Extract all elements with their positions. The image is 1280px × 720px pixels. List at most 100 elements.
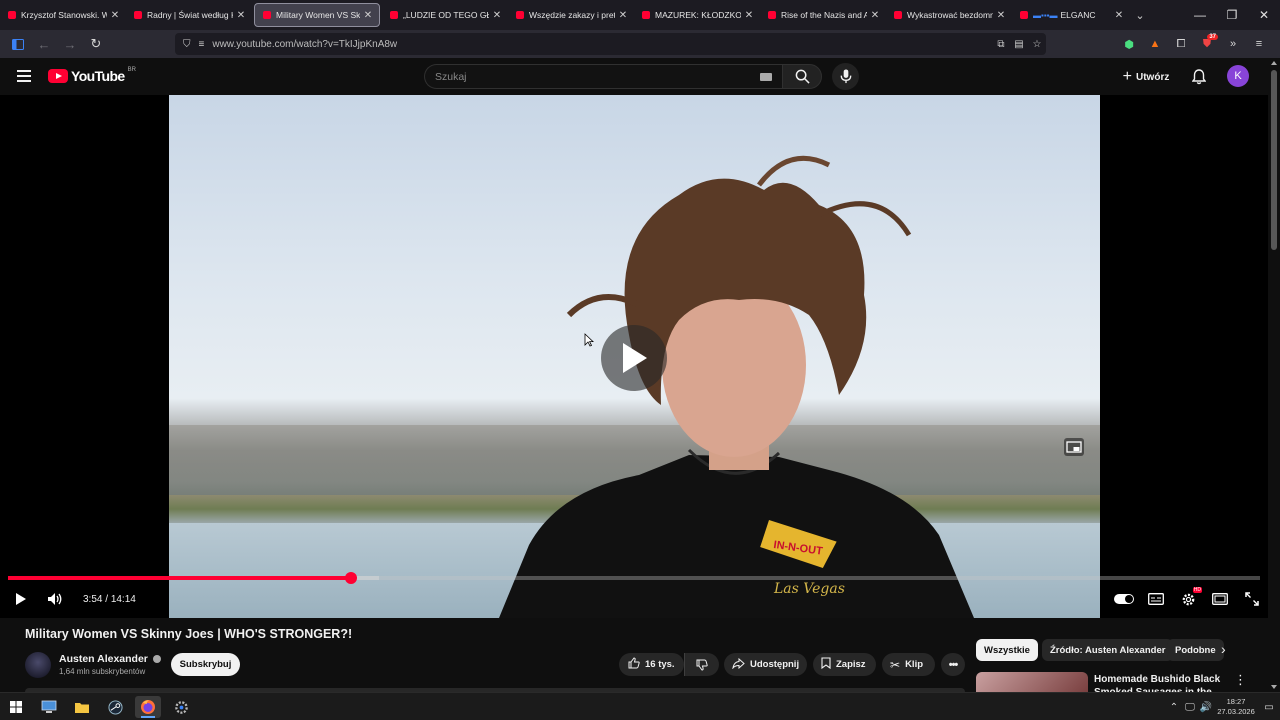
mute-button[interactable] [41,585,69,613]
browser-tab[interactable]: Rise of the Nazis and Ad ✕ [760,0,886,30]
taskbar-app[interactable] [168,696,194,718]
notifications-tray-icon[interactable]: ▭ [1258,702,1280,713]
close-tab-icon[interactable]: ✕ [363,10,373,21]
subscribe-button[interactable]: Subskrybuj [171,653,240,676]
volume-tray-icon[interactable]: 🔊 [1198,702,1214,713]
account-avatar[interactable]: K [1227,65,1249,87]
tray-chevron-icon[interactable]: ⌃ [1166,702,1182,713]
miniplayer-button[interactable] [1064,438,1084,456]
scroll-up-arrow-icon[interactable] [1271,61,1277,65]
system-clock[interactable]: 18:27 27.03.2026 [1214,697,1258,717]
verified-check-icon [152,655,161,663]
start-button[interactable] [3,696,29,718]
like-button[interactable]: 16 tys. [619,653,684,676]
chip-next-chevron-icon[interactable]: › [1221,641,1226,657]
taskbar-firefox[interactable] [135,696,161,718]
picture-in-picture-icon[interactable]: ⧉ [992,39,1010,50]
vpn-extension-icon[interactable]: ⬢ [1116,38,1142,51]
browser-tab[interactable]: „LUDZIE OD TEGO GŁUPI✕ [382,0,508,30]
close-tab-icon[interactable]: ✕ [996,10,1006,21]
scrubber-handle[interactable] [345,572,358,584]
menu-icon[interactable]: ≡ [1246,38,1272,50]
ublock-icon[interactable]: ⛊ 37 [1194,33,1220,51]
save-label: Zapisz [836,659,866,670]
network-icon[interactable]: 🖵 [1182,702,1198,713]
subtitles-button[interactable] [1140,585,1172,613]
progress-bar[interactable] [8,572,1260,584]
channel-avatar[interactable] [25,652,51,678]
back-arrow-icon[interactable]: ← [32,32,56,56]
play-icon [16,593,26,605]
reader-view-icon[interactable]: ▤ [1010,39,1028,50]
minimize-icon[interactable]: — [1184,0,1216,30]
browser-tab[interactable]: Wykastrować bezdomno ✕ [886,0,1012,30]
chip-from-channel[interactable]: Źródło: Austen Alexander [1042,639,1174,661]
permissions-icon[interactable]: ≡ [199,39,205,50]
fox-extension-icon[interactable]: ▲ [1142,38,1168,50]
taskbar-file-explorer[interactable] [69,696,95,718]
overflow-chevron-icon[interactable]: » [1220,38,1246,50]
close-tab-icon[interactable]: ✕ [110,10,120,21]
close-tab-icon[interactable]: ✕ [492,10,502,21]
browser-tab-strip: Krzysztof Stanowski. W ją✕ Radny | Świat… [0,0,1280,30]
close-tab-icon[interactable]: ✕ [870,10,880,21]
address-bar[interactable]: ⛉ ≡ www.youtube.com/watch?v=TkIJjpKnA8w … [175,33,1046,55]
bookmark-star-icon[interactable]: ☆ [1028,39,1046,50]
browser-toolbar: ← → ↻ ⛉ ≡ www.youtube.com/watch?v=TkIJjp… [0,30,1280,58]
scrollbar-thumb[interactable] [1271,70,1277,250]
search-input[interactable]: Szukaj [424,64,782,89]
clip-button[interactable]: ✂ Klip [882,653,935,676]
close-tab-icon[interactable]: ✕ [744,10,754,21]
tab-title: Krzysztof Stanowski. W ją [21,10,107,20]
recommended-title[interactable]: Homemade Bushido Black Smoked Sausages i… [1094,673,1224,692]
keyboard-icon[interactable] [760,72,772,81]
notifications-button[interactable] [1188,66,1210,88]
browser-tab[interactable]: ▬▪▪▪▬ ELGANC ✕ [1012,0,1130,30]
share-button[interactable]: Udostępnij [724,653,807,676]
forward-arrow-icon[interactable]: → [58,32,82,56]
youtube-logo[interactable]: YouTube BR [48,67,136,84]
play-button[interactable] [7,585,35,613]
scroll-down-arrow-icon[interactable] [1271,685,1277,689]
reload-icon[interactable]: ↻ [84,32,108,56]
autoplay-toggle[interactable] [1108,585,1140,613]
chip-related[interactable]: Podobne [1167,639,1224,661]
windows-taskbar: ⌃ 🖵 🔊 18:27 27.03.2026 ▭ [0,692,1280,720]
browser-tab[interactable]: Wszędzie zakazy i preten✕ [508,0,634,30]
search-button[interactable] [782,64,822,89]
large-play-button[interactable] [601,325,667,391]
page-scrollbar[interactable] [1268,58,1280,692]
settings-button[interactable]: HD [1172,585,1204,613]
channel-name[interactable]: Austen Alexander [59,653,161,665]
browser-tab[interactable]: Krzysztof Stanowski. W ją✕ [0,0,126,30]
extensions-puzzle-icon[interactable]: ⧠ [1168,38,1194,51]
close-tab-icon[interactable]: ✕ [236,10,246,21]
list-all-tabs-icon[interactable]: ⌄ [1130,9,1150,22]
save-button[interactable]: Zapisz [813,653,876,676]
browser-tab[interactable]: Radny | Świat według Kie✕ [126,0,252,30]
taskbar-computer-app[interactable] [36,696,62,718]
hamburger-menu-icon[interactable] [17,70,31,82]
recommended-thumbnail[interactable] [976,672,1088,692]
video-player[interactable]: IN-N-OUT Las Vegas 3:54 / 14:14 HD [0,95,1268,618]
taskbar-steam[interactable] [102,696,128,718]
dislike-button[interactable] [684,653,719,676]
shield-icon[interactable]: ⛉ [183,39,191,50]
recommended-menu-icon[interactable]: ⋮ [1234,672,1247,688]
played-bar [8,576,352,580]
browser-tab-active[interactable]: Military Women VS Skinn✕ [254,3,380,27]
more-actions-button[interactable]: ••• [941,653,965,676]
voice-search-button[interactable] [832,63,859,90]
chip-all[interactable]: Wszystkie [976,639,1038,661]
youtube-favicon-icon [8,11,16,19]
player-right-controls: HD [1108,585,1268,613]
theater-mode-button[interactable] [1204,585,1236,613]
close-tab-icon[interactable]: ✕ [1114,10,1124,21]
fullscreen-button[interactable] [1236,585,1268,613]
restore-icon[interactable]: ❐ [1216,0,1248,30]
sidebar-toggle-icon[interactable] [6,32,30,56]
close-window-icon[interactable]: ✕ [1248,0,1280,30]
create-button[interactable]: + Utwórz [1112,64,1180,90]
close-tab-icon[interactable]: ✕ [618,10,628,21]
browser-tab[interactable]: MAZUREK: KŁODZKO, PE✕ [634,0,760,30]
